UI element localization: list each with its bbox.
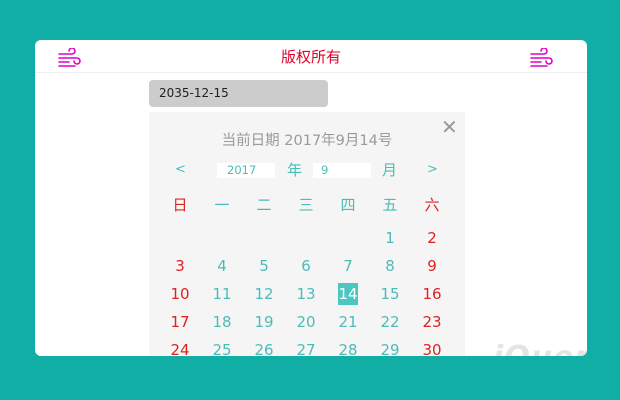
day-cell[interactable]: 8 [379, 255, 401, 277]
calendar-popup: ✕ 当前日期 2017年9月14号 < 2017 年 9 月 > 日一二三四五六… [149, 112, 465, 356]
year-unit-label: 年 [287, 161, 303, 179]
day-cell[interactable]: 26 [253, 339, 275, 356]
current-date-label: 当前日期 2017年9月14号 [221, 133, 393, 149]
day-cell[interactable]: 25 [211, 339, 233, 356]
watermark-logo: jQuery [493, 340, 587, 356]
day-cell[interactable]: 10 [169, 283, 191, 305]
day-cell[interactable]: 22 [379, 311, 401, 333]
day-cell[interactable]: 21 [337, 311, 359, 333]
weekday-label: 四 [340, 196, 356, 214]
weekday-label: 五 [382, 196, 398, 214]
day-cell[interactable]: 1 [379, 227, 401, 249]
day-cell[interactable]: 3 [169, 255, 191, 277]
month-unit-label: 月 [382, 161, 398, 179]
day-cell[interactable]: 16 [421, 283, 443, 305]
prev-month-button[interactable]: < [175, 162, 186, 177]
year-field[interactable]: 2017 [217, 163, 275, 178]
month-field[interactable]: 9 [313, 163, 371, 178]
day-cell[interactable]: 12 [253, 283, 275, 305]
day-cell[interactable]: 17 [169, 311, 191, 333]
day-cell[interactable]: 7 [337, 255, 359, 277]
day-cell[interactable]: 24 [169, 339, 191, 356]
main-card: 版权所有 2035-12-15 ✕ 当前日期 2017年9月14号 < 2017… [35, 40, 587, 356]
day-cell[interactable]: 2 [421, 227, 443, 249]
day-cell[interactable]: 4 [211, 255, 233, 277]
header-bar: 版权所有 [35, 40, 587, 73]
wind-icon [530, 48, 553, 67]
day-cell[interactable]: 6 [295, 255, 317, 277]
weekday-label: 二 [256, 196, 272, 214]
calendar-nav: < 2017 年 9 月 > [149, 160, 465, 180]
weekday-label: 一 [214, 196, 230, 214]
page-title: 版权所有 [280, 48, 341, 66]
weekday-label: 六 [424, 196, 440, 214]
weekday-label: 三 [298, 196, 314, 214]
day-cell-today[interactable]: 14 [338, 283, 358, 305]
day-cell[interactable]: 27 [295, 339, 317, 356]
day-cell[interactable]: 13 [295, 283, 317, 305]
day-cell[interactable]: 20 [295, 311, 317, 333]
day-cell[interactable]: 5 [253, 255, 275, 277]
weekday-label: 日 [172, 196, 188, 214]
day-cell[interactable]: 23 [421, 311, 443, 333]
day-cell[interactable]: 29 [379, 339, 401, 356]
day-cell[interactable]: 11 [211, 283, 233, 305]
day-cell[interactable]: 30 [421, 339, 443, 356]
day-cell[interactable]: 28 [337, 339, 359, 356]
day-cell[interactable]: 9 [421, 255, 443, 277]
day-cell[interactable]: 15 [379, 283, 401, 305]
day-cell[interactable]: 19 [253, 311, 275, 333]
day-cell[interactable]: 18 [211, 311, 233, 333]
next-month-button[interactable]: > [427, 162, 438, 177]
date-input[interactable]: 2035-12-15 [149, 80, 328, 107]
